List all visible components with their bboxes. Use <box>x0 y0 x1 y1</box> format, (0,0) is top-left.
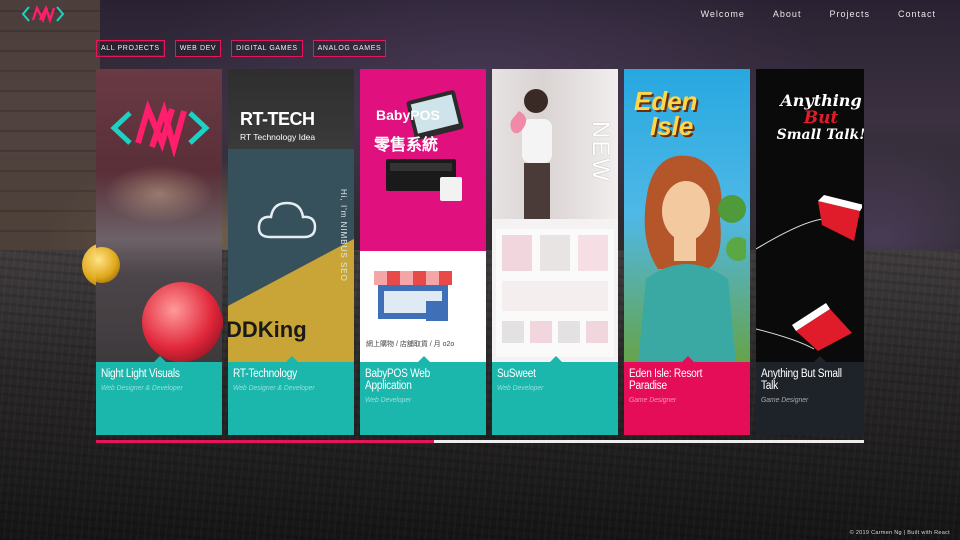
project-thumbnail: NEW <box>492 69 618 362</box>
art-line-3: Small Talk! <box>776 126 864 143</box>
project-role: Web Developer <box>497 383 544 392</box>
art-line-2: But <box>803 107 839 128</box>
thumb-tagline: RT Technology Idea <box>240 132 316 142</box>
project-thumbnail: Eden Isle <box>624 69 750 362</box>
model-figure-icon <box>522 89 552 219</box>
neon-logo-icon <box>110 99 210 157</box>
project-thumbnail: BabyPOS 零售系統 網上購物 / 店舖取貨 / 月 o2o <box>360 69 486 362</box>
project-role: Web Designer & Developer <box>101 383 183 392</box>
project-title: SuSweet <box>497 368 536 380</box>
filter-digital-games[interactable]: DIGITAL GAMES <box>231 40 303 57</box>
project-card-small-talk[interactable]: Anything But Small Talk! Anything But Sm… <box>756 69 864 435</box>
thumb-side-text: Hi, I'm NIMBUS SEO <box>339 189 348 282</box>
project-role: Web Designer & Developer <box>233 383 315 392</box>
carousel-scrollbar[interactable] <box>96 440 864 443</box>
thumb-sub-text: 網上購物 / 店舖取貨 / 月 o2o <box>366 341 455 348</box>
project-title: Eden Isle: Resort Paradise <box>629 368 703 392</box>
carousel-scrollbar-thumb[interactable] <box>96 440 434 443</box>
main-nav: Welcome About Projects Contact <box>701 9 936 19</box>
background-wall <box>0 0 100 250</box>
thumb-side-text: NEW <box>587 121 614 183</box>
project-thumbnail: RT-TECH RT Technology Idea Hi, I'm NIMBU… <box>228 69 354 362</box>
thumb-brand-cn: 零售系統 <box>374 137 439 154</box>
footer-credit: © 2019 Carmen Ng | Built with React <box>849 530 950 536</box>
project-thumbnail <box>96 69 222 362</box>
project-card-eden-isle[interactable]: Eden Isle Eden Isle: Resort Paradise Gam… <box>624 69 750 435</box>
eden-isle-logo: Eden Isle <box>634 88 698 141</box>
character-illustration <box>638 155 746 362</box>
project-title: Anything But Small Talk <box>761 368 842 392</box>
project-filters: ALL PROJECTS WEB DEV DIGITAL GAMES ANALO… <box>96 40 387 57</box>
project-info: Anything But Small Talk Game Designer <box>756 356 864 435</box>
project-card-rt-technology[interactable]: RT-TECH RT Technology Idea Hi, I'm NIMBU… <box>228 69 354 435</box>
project-card-babypos[interactable]: BabyPOS 零售系統 網上購物 / 店舖取貨 / 月 o2o BabyPOS… <box>360 69 486 435</box>
site-logo-icon[interactable] <box>22 4 64 24</box>
project-card-night-light[interactable]: Night Light Visuals Web Designer & Devel… <box>96 69 222 435</box>
project-title: RT-Technology <box>233 368 297 380</box>
thumb-band-yellow <box>228 236 354 362</box>
thumb-brand: BabyPOS <box>376 107 440 123</box>
project-thumbnail: Anything But Small Talk! <box>756 69 864 362</box>
project-role: Game Designer <box>629 395 677 404</box>
cups-icon <box>756 195 862 351</box>
project-role: Game Designer <box>761 395 809 404</box>
susweet-logo-icon <box>510 111 527 134</box>
project-title: BabyPOS Web Application <box>365 368 430 392</box>
thumb-brand: RT-TECH RT Technology Idea <box>240 109 315 142</box>
red-ball <box>142 282 222 362</box>
project-card-susweet[interactable]: NEW SuSweet Web Developer <box>492 69 618 435</box>
filter-web-dev[interactable]: WEB DEV <box>174 40 222 57</box>
nav-welcome[interactable]: Welcome <box>701 9 745 19</box>
filter-all-projects[interactable]: ALL PROJECTS <box>96 40 165 57</box>
project-info: Night Light Visuals Web Designer & Devel… <box>96 356 222 435</box>
project-title: Night Light Visuals <box>101 368 180 380</box>
nav-contact[interactable]: Contact <box>898 9 936 19</box>
nav-about[interactable]: About <box>773 9 802 19</box>
project-info: BabyPOS Web Application Web Developer <box>360 356 486 435</box>
thumb-yellow-text: DDKing <box>228 317 307 342</box>
project-carousel: Night Light Visuals Web Designer & Devel… <box>96 69 864 435</box>
thumb-website-grid <box>496 229 614 357</box>
project-info: SuSweet Web Developer <box>492 356 618 435</box>
cloud-icon <box>257 201 317 239</box>
project-info: Eden Isle: Resort Paradise Game Designer <box>624 356 750 435</box>
yellow-ball <box>96 247 120 283</box>
project-info: RT-Technology Web Designer & Developer <box>228 356 354 435</box>
thumb-brand-text: RT-TECH <box>240 109 315 129</box>
shop-icon <box>374 271 452 321</box>
filter-analog-games[interactable]: ANALOG GAMES <box>312 40 387 57</box>
project-role: Web Developer <box>365 395 412 404</box>
logo-line-2: Isle <box>650 110 694 141</box>
game-title-art: Anything But Small Talk! <box>766 92 864 143</box>
nav-projects[interactable]: Projects <box>829 9 870 19</box>
light-glow <box>104 164 214 224</box>
